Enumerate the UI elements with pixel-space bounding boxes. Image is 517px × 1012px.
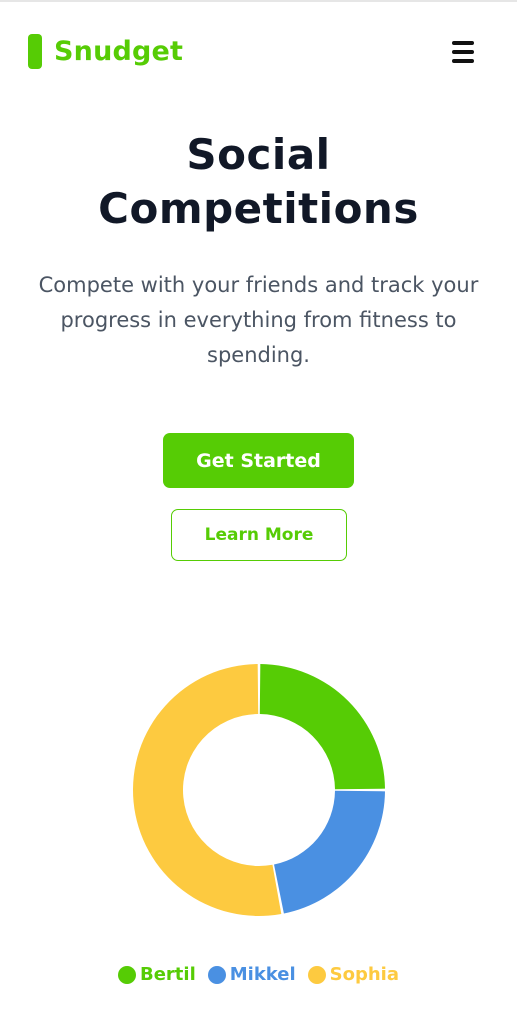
logo-mark-icon bbox=[28, 34, 42, 69]
learn-more-button[interactable]: Learn More bbox=[171, 509, 347, 561]
slice-mikkel[interactable] bbox=[274, 790, 385, 914]
hero-subtitle: Compete with your friends and track your… bbox=[38, 273, 479, 367]
legend-label: Sophia bbox=[329, 964, 400, 985]
legend-item-sophia[interactable]: Sophia bbox=[307, 964, 400, 985]
get-started-button[interactable]: Get Started bbox=[163, 433, 354, 488]
menu-bar bbox=[452, 50, 474, 54]
slice-bertil[interactable] bbox=[259, 664, 385, 790]
legend-label: Bertil bbox=[139, 964, 196, 985]
legend-item-mikkel[interactable]: Mikkel bbox=[207, 964, 296, 985]
menu-bar bbox=[452, 59, 474, 63]
legend-dot-icon bbox=[307, 965, 326, 984]
doughnut-chart bbox=[133, 664, 385, 916]
legend-item-bertil[interactable]: Bertil bbox=[117, 964, 196, 985]
menu-bar bbox=[452, 41, 474, 45]
chart-legend: Bertil Mikkel Sophia bbox=[0, 964, 517, 985]
brand-logo[interactable]: Snudget bbox=[28, 34, 183, 69]
hamburger-menu-icon[interactable] bbox=[452, 41, 476, 67]
site-header: Snudget bbox=[0, 2, 517, 102]
legend-dot-icon bbox=[207, 965, 226, 984]
title-line-2: Competitions bbox=[98, 184, 419, 233]
legend-dot-icon bbox=[117, 965, 136, 984]
legend-label: Mikkel bbox=[229, 964, 296, 985]
brand-name: Snudget bbox=[54, 36, 184, 67]
title-line-1: Social bbox=[186, 130, 331, 179]
slice-sophia[interactable] bbox=[133, 664, 282, 916]
page-title: Social Competitions bbox=[0, 128, 517, 236]
